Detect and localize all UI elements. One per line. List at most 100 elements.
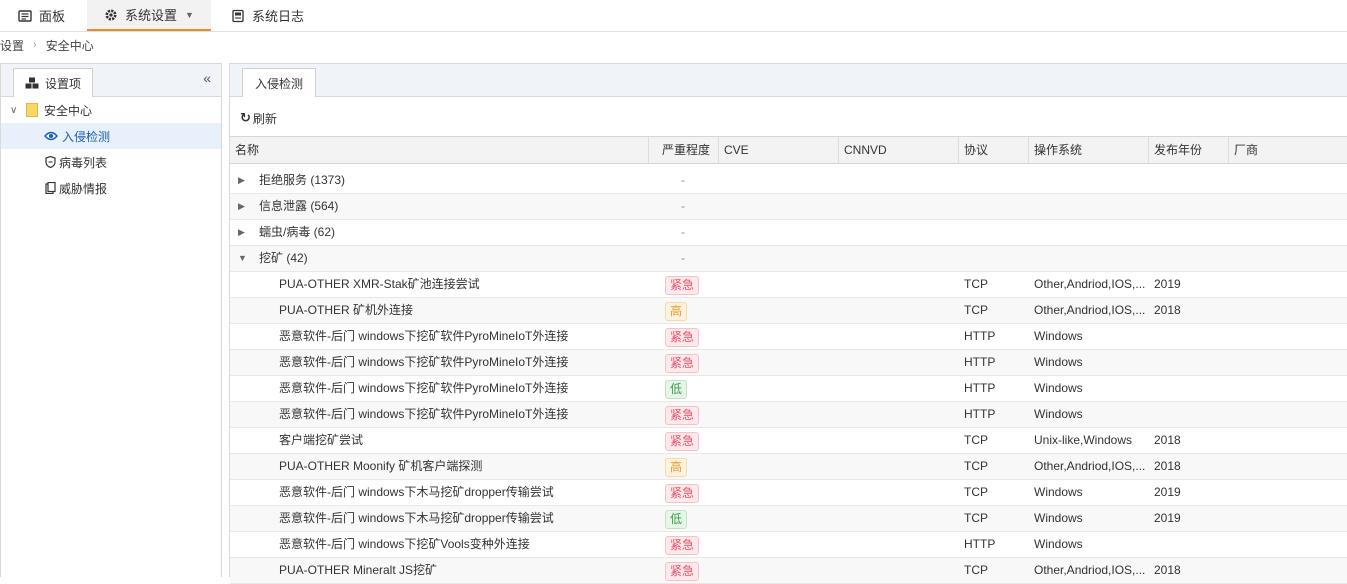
severity-badge: 紧急 — [665, 354, 700, 373]
table-row[interactable]: PUA-OTHER 矿机外连接 高 TCP Other,Andriod,IOS,...… — [230, 298, 1347, 324]
severity-badge: 紧急 — [665, 432, 700, 451]
intrusion-eye-icon — [44, 130, 58, 142]
table-row[interactable]: PUA-OTHER XMR-Stak矿池连接尝试 紧急 TCP Other,Andri… — [230, 272, 1347, 298]
year-cell: 2019 — [1154, 485, 1181, 499]
column-header-vendor[interactable]: 厂商 — [1229, 137, 1347, 163]
severity-cell: 高 — [665, 454, 688, 479]
severity-cell: 紧急 — [665, 428, 700, 453]
table-row[interactable]: 恶意软件-后门 windows下挖矿软件PyroMineIoT外连接 紧急 HTTP… — [230, 324, 1347, 350]
rule-name: 恶意软件-后门 windows下挖矿软件PyroMineIoT外连接 — [279, 355, 569, 369]
column-header-protocol[interactable]: 协议 — [959, 137, 1029, 163]
chevron-down-icon[interactable]: ▼ — [185, 10, 194, 20]
rule-name: PUA-OTHER Moonify 矿机客户端探测 — [279, 459, 483, 473]
year-cell: 2019 — [1154, 511, 1181, 525]
table-row[interactable]: 恶意软件-后门 windows下挖矿软件PyroMineIoT外连接 紧急 HTTP… — [230, 350, 1347, 376]
tree-node-label: 安全中心 — [44, 103, 93, 118]
tab-system-log-label: 系统日志 — [252, 9, 305, 24]
column-header-name[interactable]: 名称 — [230, 137, 649, 163]
column-header-cve[interactable]: CVE — [719, 137, 839, 163]
severity-badge: 高 — [665, 458, 688, 477]
rule-name: 恶意软件-后门 windows下挖矿软件PyroMineIoT外连接 — [279, 329, 569, 343]
protocol-cell: TCP — [964, 303, 988, 317]
chevron-down-icon[interactable]: ∨ — [10, 105, 20, 116]
os-cell: Windows — [1034, 329, 1083, 343]
column-header-os[interactable]: 操作系统 — [1029, 137, 1149, 163]
protocol-cell: HTTP — [964, 355, 996, 369]
table-body: ▶ 拒绝服务 (1373) - ▶ 信息泄露 (564) - ▶ 蠕虫/病毒 (62) - ▼ 挖矿… — [230, 168, 1347, 584]
os-cell: Windows — [1034, 485, 1083, 499]
protocol-cell: TCP — [964, 459, 988, 473]
os-cell: Other,Andriod,IOS,... — [1034, 303, 1146, 317]
tree-node-virus-list[interactable]: 病毒列表 — [1, 149, 221, 175]
table-row[interactable]: 恶意软件-后门 windows下挖矿Vools变种外连接 紧急 HTTP Window… — [230, 532, 1347, 558]
os-cell: Windows — [1034, 537, 1083, 551]
top-tab-bar: 面板 系统设置 ▼ 系统日志 — [0, 0, 1347, 32]
caret-right-icon[interactable]: ▶ — [238, 168, 245, 193]
tree-node-label: 入侵检测 — [62, 129, 111, 144]
tab-system-settings-label: 系统设置 — [125, 8, 178, 23]
rule-name: PUA-OTHER XMR-Stak矿池连接尝试 — [279, 277, 480, 291]
tree-node-label: 威胁情报 — [59, 181, 108, 196]
tab-system-settings[interactable]: 系统设置 ▼ — [87, 0, 211, 31]
table-row[interactable]: 恶意软件-后门 windows下挖矿软件PyroMineIoT外连接 低 HTTP W… — [230, 376, 1347, 402]
severity-cell: 紧急 — [665, 532, 700, 557]
breadcrumb-item-security: 安全中心 — [45, 38, 94, 53]
tab-settings-items[interactable]: 设置项 — [13, 68, 93, 97]
dashboard-icon — [18, 9, 32, 23]
settings-panel-header: 设置项 « — [1, 64, 221, 97]
column-header-cnnvd[interactable]: CNNVD — [839, 137, 959, 163]
group-row[interactable]: ▼ 挖矿 (42) - — [230, 246, 1347, 272]
table-row[interactable]: 客户端挖矿尝试 紧急 TCP Unix-like,Windows 2018 — [230, 428, 1347, 454]
intrusion-detection-panel: 入侵检测 ↻ 刷新 名称 严重程度 CVE CNNVD 协议 操作系统 发布年份… — [229, 63, 1347, 584]
refresh-label: 刷新 — [252, 111, 277, 126]
refresh-button[interactable]: ↻ 刷新 — [240, 108, 277, 128]
refresh-icon: ↻ — [240, 110, 251, 125]
group-row[interactable]: ▶ 拒绝服务 (1373) - — [230, 168, 1347, 194]
virus-shield-icon — [45, 155, 56, 169]
group-row[interactable]: ▶ 信息泄露 (564) - — [230, 194, 1347, 220]
severity-cell: 紧急 — [665, 350, 700, 375]
column-header-severity[interactable]: 严重程度 — [657, 137, 719, 163]
os-cell: Unix-like,Windows — [1034, 433, 1133, 447]
tab-intrusion-detection-label: 入侵检测 — [254, 76, 303, 91]
rule-name: 恶意软件-后门 windows下木马挖矿dropper传输尝试 — [279, 511, 554, 525]
rule-name: 恶意软件-后门 windows下木马挖矿dropper传输尝试 — [279, 485, 554, 499]
os-cell: Windows — [1034, 407, 1083, 421]
caret-right-icon[interactable]: ▶ — [238, 194, 245, 219]
cubes-icon — [25, 77, 39, 89]
tree-node-threat-intel[interactable]: 威胁情报 — [1, 175, 221, 201]
severity-badge: 紧急 — [665, 406, 700, 425]
os-cell: Windows — [1034, 355, 1083, 369]
caret-down-icon[interactable]: ▼ — [238, 246, 247, 271]
column-header-year[interactable]: 发布年份 — [1149, 137, 1229, 163]
chevron-right-icon: › — [33, 39, 37, 51]
year-cell: 2018 — [1154, 563, 1181, 577]
tree-node-security-center[interactable]: ∨ 安全中心 — [1, 97, 221, 123]
os-cell: Windows — [1034, 381, 1083, 395]
intel-doc-icon — [45, 181, 56, 195]
rule-name: PUA-OTHER Mineralt JS挖矿 — [279, 563, 438, 577]
breadcrumb: 设置 › 安全中心 — [0, 37, 94, 53]
table-row[interactable]: PUA-OTHER Moonify 矿机客户端探测 高 TCP Other,Andri… — [230, 454, 1347, 480]
group-name: 挖矿 (42) — [259, 251, 308, 265]
protocol-cell: TCP — [964, 563, 988, 577]
table-row[interactable]: 恶意软件-后门 windows下木马挖矿dropper传输尝试 低 TCP Windo… — [230, 506, 1347, 532]
group-row[interactable]: ▶ 蠕虫/病毒 (62) - — [230, 220, 1347, 246]
breadcrumb-item-settings[interactable]: 设置 — [0, 37, 24, 54]
collapse-panel-icon[interactable]: « — [203, 70, 211, 86]
table-row[interactable]: PUA-OTHER Mineralt JS挖矿 紧急 TCP Other,Andrio… — [230, 558, 1347, 584]
tree-node-intrusion-detection[interactable]: 入侵检测 — [1, 123, 221, 149]
os-cell: Other,Andriod,IOS,... — [1034, 563, 1146, 577]
settings-panel: 设置项 « ∨ 安全中心 入侵检测 病毒列表 威胁情报 — [0, 63, 222, 577]
table-row[interactable]: 恶意软件-后门 windows下挖矿软件PyroMineIoT外连接 紧急 HTTP… — [230, 402, 1347, 428]
tab-intrusion-detection[interactable]: 入侵检测 — [242, 68, 316, 97]
protocol-cell: TCP — [964, 277, 988, 291]
rule-name: 恶意软件-后门 windows下挖矿软件PyroMineIoT外连接 — [279, 407, 569, 421]
protocol-cell: TCP — [964, 511, 988, 525]
caret-right-icon[interactable]: ▶ — [238, 220, 245, 245]
os-cell: Windows — [1034, 511, 1083, 525]
tab-system-log[interactable]: 系统日志 — [231, 0, 304, 31]
table-row[interactable]: 恶意软件-后门 windows下木马挖矿dropper传输尝试 紧急 TCP Wind… — [230, 480, 1347, 506]
tab-dashboard[interactable]: 面板 — [18, 0, 65, 31]
protocol-cell: TCP — [964, 433, 988, 447]
